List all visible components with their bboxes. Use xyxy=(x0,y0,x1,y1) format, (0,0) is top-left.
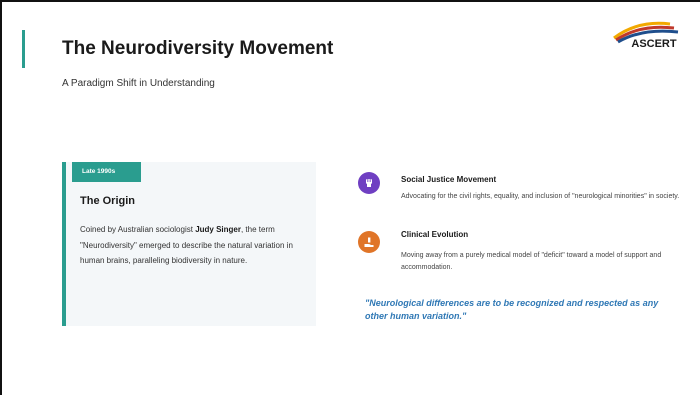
slide-subtitle: A Paradigm Shift in Understanding xyxy=(62,78,215,89)
logo-graphic: ASCERT xyxy=(613,21,679,50)
origin-card-body: Coined by Australian sociologist Judy Si… xyxy=(80,222,310,269)
ascert-logo: ASCERT xyxy=(608,20,688,50)
era-badge: Late 1990s xyxy=(72,162,141,182)
item-title-clinical-evolution: Clinical Evolution xyxy=(401,230,469,239)
item-desc-clinical-evolution: Moving away from a purely medical model … xyxy=(401,252,662,271)
origin-card-heading: The Origin xyxy=(80,195,135,207)
raised-fist-icon xyxy=(358,172,380,194)
logo-text: ASCERT xyxy=(631,38,677,50)
pull-quote: "Neurological differences are to be reco… xyxy=(365,298,659,321)
origin-card-stripe xyxy=(62,162,66,326)
item-title-social-justice: Social Justice Movement xyxy=(401,175,497,184)
item-desc-social-justice: Advocating for the civil rights, equalit… xyxy=(401,193,680,200)
title-accent-bar xyxy=(22,30,25,68)
slide-title: The Neurodiversity Movement xyxy=(62,38,334,59)
origin-body-text-1: Coined by Australian sociologist xyxy=(80,225,196,234)
origin-body-emphasis: Judy Singer xyxy=(195,225,241,234)
hand-holding-icon xyxy=(358,231,380,253)
